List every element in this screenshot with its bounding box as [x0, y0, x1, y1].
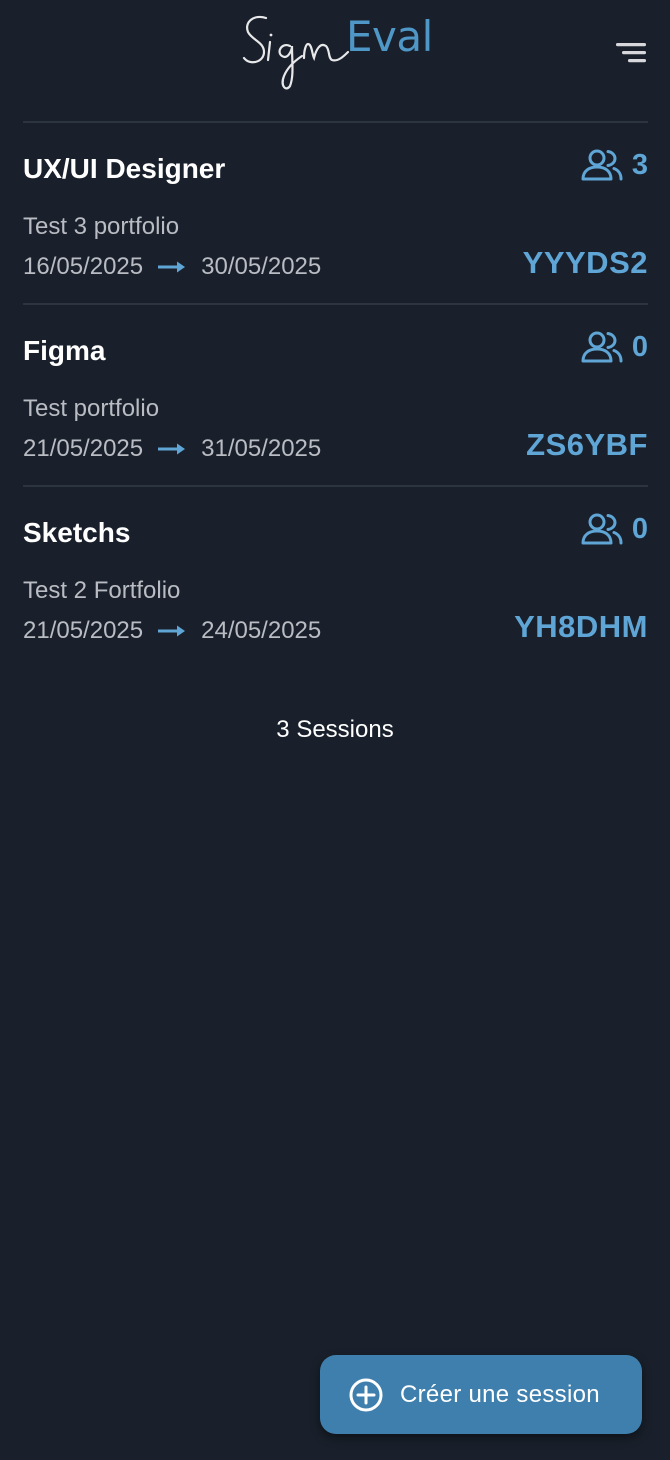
app-header: Eval — [0, 0, 670, 100]
session-card[interactable]: Sketchs 0 Test 2 Fortfolio 21/05/2025 24… — [23, 485, 648, 667]
session-description: Test 3 portfolio — [23, 213, 180, 240]
create-session-label: Créer une session — [400, 1380, 600, 1408]
session-count-label: 3 Sessions — [276, 716, 394, 743]
users-icon — [581, 149, 623, 181]
session-dates: 21/05/2025 24/05/2025 — [23, 617, 321, 645]
menu-icon — [616, 43, 646, 63]
arrow-right-icon — [158, 443, 186, 455]
participants-number: 0 — [631, 512, 648, 545]
arrow-right-icon — [158, 261, 186, 273]
start-date: 21/05/2025 — [23, 617, 144, 644]
start-date: 21/05/2025 — [23, 435, 144, 462]
users-icon — [581, 331, 623, 363]
start-date: 16/05/2025 — [23, 253, 144, 280]
participants-count: 0 — [580, 511, 648, 547]
session-code: YYYDS2 — [522, 245, 648, 280]
session-card[interactable]: Figma 0 Test portfolio 21/05/2025 31/05/… — [23, 303, 648, 485]
session-title: Figma — [23, 335, 106, 366]
arrow-right-icon — [158, 625, 186, 637]
create-session-button[interactable]: Créer une session — [320, 1355, 642, 1434]
logo-script-sign — [242, 15, 350, 90]
session-dates: 16/05/2025 30/05/2025 — [23, 253, 321, 281]
app-logo: Eval — [240, 6, 440, 92]
logo-text: Eval — [346, 12, 433, 61]
session-list: UX/UI Designer 3 Test 3 portfolio 16/05/… — [23, 121, 648, 667]
end-date: 30/05/2025 — [201, 253, 322, 280]
participants-count: 3 — [580, 147, 648, 183]
session-dates: 21/05/2025 31/05/2025 — [23, 435, 321, 463]
menu-button[interactable] — [612, 38, 652, 68]
participants-number: 0 — [631, 330, 648, 363]
session-title: Sketchs — [23, 517, 131, 548]
session-code: YH8DHM — [514, 609, 648, 644]
end-date: 24/05/2025 — [201, 617, 322, 644]
participants-count: 0 — [580, 329, 648, 365]
sessions-screen: Eval UX/UI Designer 3 Test 3 portfolio 1… — [0, 0, 670, 1460]
session-title: UX/UI Designer — [23, 153, 226, 184]
plus-circle-icon — [349, 1378, 383, 1411]
users-icon — [581, 513, 623, 545]
participants-number: 3 — [631, 148, 648, 181]
session-card[interactable]: UX/UI Designer 3 Test 3 portfolio 16/05/… — [23, 121, 648, 303]
session-description: Test 2 Fortfolio — [23, 577, 181, 604]
end-date: 31/05/2025 — [201, 435, 322, 462]
session-code: ZS6YBF — [526, 427, 648, 462]
session-description: Test portfolio — [23, 395, 160, 422]
